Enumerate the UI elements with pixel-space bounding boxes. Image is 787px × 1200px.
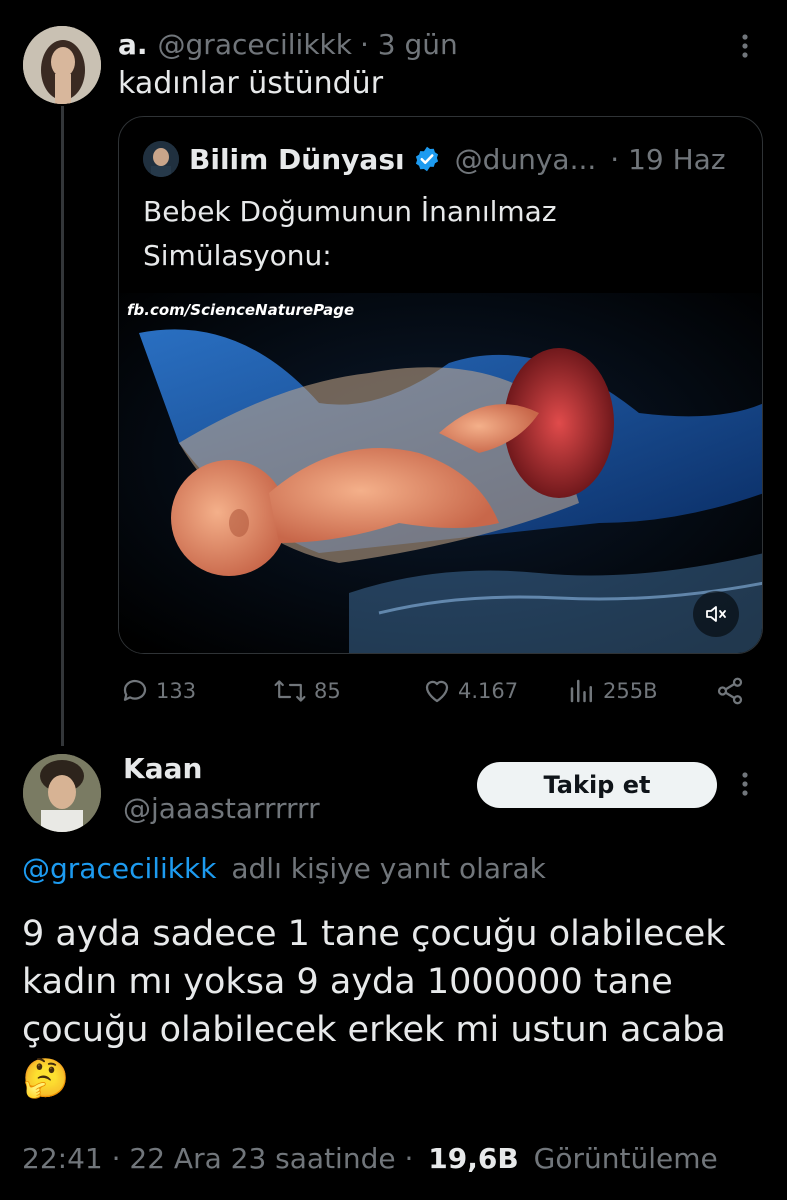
retweet-count: 85: [314, 679, 341, 703]
retweet-icon: [274, 680, 306, 702]
retweet-button[interactable]: 85: [272, 676, 341, 706]
media-watermark: fb.com/ScienceNaturePage: [127, 301, 355, 319]
reply-to-handle-link[interactable]: @gracecilikkk: [22, 852, 216, 885]
more-dots-icon[interactable]: [735, 32, 755, 62]
reply-handle[interactable]: @jaaastarrrrrr: [123, 792, 320, 825]
quoted-display-name: Bilim Dünyası: [189, 142, 405, 176]
verified-badge-icon: [413, 145, 441, 173]
view-count-total: 19,6B: [428, 1142, 519, 1175]
share-button[interactable]: [715, 676, 751, 706]
views-button[interactable]: 255B: [567, 676, 658, 706]
view-count-label: Görüntüleme: [533, 1142, 718, 1175]
more-dots-icon[interactable]: [735, 770, 755, 800]
share-icon: [717, 677, 743, 705]
quoted-text-line-2: Simülasyonu:: [143, 239, 332, 272]
reply-icon: [123, 679, 147, 701]
thread-connector-line: [61, 106, 64, 746]
speaker-muted-icon[interactable]: [693, 591, 739, 637]
author-handle[interactable]: @gracecilikkk: [158, 28, 352, 61]
tweet-timestamp[interactable]: 22:41 · 22 Ara 23 saatinde ·: [22, 1142, 413, 1175]
quoted-text-line-1: Bebek Doğumunun İnanılmaz: [143, 195, 557, 228]
reply-to-label: adlı kişiye yanıt olarak: [231, 852, 546, 885]
reply-count: 133: [156, 679, 197, 703]
quoted-avatar: [143, 141, 179, 177]
quoted-video[interactable]: fb.com/ScienceNaturePage: [119, 293, 762, 653]
thinking-face-emoji: 🤔: [22, 1056, 70, 1100]
reply-button[interactable]: 133: [120, 676, 196, 706]
avatar-gracecilikkk[interactable]: [23, 26, 101, 104]
quoted-tweet-card[interactable]: Bilim Dünyası @dunya... · 19 Haz Bebek D…: [118, 116, 763, 654]
heart-icon: [425, 680, 449, 703]
quoted-handle: @dunya...: [454, 142, 597, 176]
reply-tweet-text: 9 ayda sadece 1 tane çocuğu olabilecek k…: [22, 910, 767, 1104]
avatar-kaan[interactable]: [23, 754, 101, 832]
tweet-time[interactable]: · 3 gün: [360, 28, 458, 61]
follow-button[interactable]: Takip et: [477, 762, 717, 808]
reply-text-body: 9 ayda sadece 1 tane çocuğu olabilecek k…: [22, 914, 726, 1050]
like-count: 4.167: [458, 679, 519, 703]
analytics-icon: [570, 679, 592, 703]
author-display-name[interactable]: a.: [118, 28, 148, 61]
tweet-text: kadınlar üstündür: [118, 66, 384, 101]
reply-display-name[interactable]: Kaan: [123, 752, 202, 785]
like-button[interactable]: 4.167: [422, 676, 518, 706]
view-count: 255B: [603, 679, 658, 703]
quoted-time: · 19 Haz: [610, 142, 726, 176]
